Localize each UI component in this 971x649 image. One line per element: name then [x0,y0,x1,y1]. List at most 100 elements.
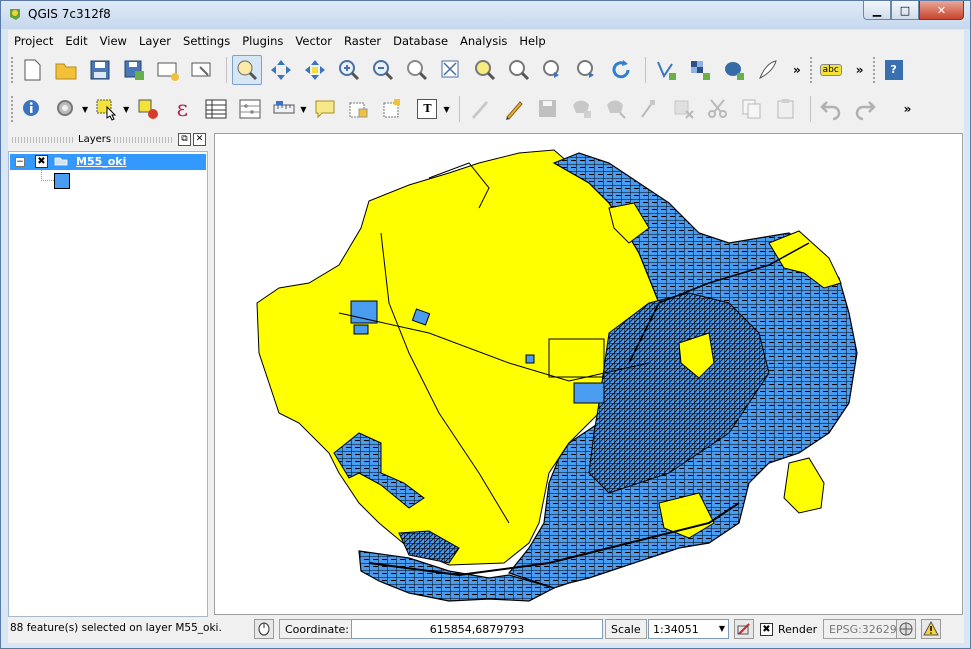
chevron-down-icon[interactable]: ▼ [123,105,129,114]
menu-raster[interactable]: Raster [338,34,387,48]
refresh-button[interactable] [606,55,636,85]
field-calculator-button[interactable] [235,94,265,124]
redo-button[interactable] [850,94,880,124]
add-spatialite-layer-button[interactable] [753,55,783,85]
map-render[interactable] [215,134,962,614]
add-postgis-layer-button[interactable] [719,55,749,85]
crs-button[interactable]: EPSG:32629 [823,619,903,639]
collapse-toggle[interactable]: − [15,157,25,167]
parcel-small[interactable] [350,300,378,324]
pan-to-selection-button[interactable] [266,55,296,85]
panel-close-button[interactable]: ✕ [193,133,206,146]
save-edits-button[interactable] [533,94,563,124]
deselect-all-button[interactable] [133,94,163,124]
pan-to-selected-button[interactable] [300,55,330,85]
toolbar-grip[interactable] [10,95,14,123]
new-shapefile-layer-button[interactable] [651,55,681,85]
label-tool-button[interactable]: abc [816,55,846,85]
copy-features-button[interactable] [737,94,767,124]
move-feature-button[interactable] [601,94,631,124]
mouse-icon [258,622,270,636]
open-project-button[interactable] [51,55,81,85]
toolbar-overflow-button[interactable]: » [793,63,801,77]
new-print-composer-button[interactable] [153,55,183,85]
stop-render-button[interactable] [734,619,754,639]
undo-button[interactable] [816,94,846,124]
zoom-next-button[interactable] [572,55,602,85]
chevron-down-icon[interactable]: ▼ [719,624,725,633]
map-tips-button[interactable] [310,94,340,124]
new-bookmark-button[interactable] [344,94,374,124]
selected-polygon-port[interactable] [783,457,825,514]
identify-features-button[interactable] [17,94,47,124]
save-as-button[interactable] [119,55,149,85]
menu-project[interactable]: Project [8,34,59,48]
text-annotation-button[interactable]: T [412,94,442,124]
menu-view[interactable]: View [94,34,133,48]
delete-selected-button[interactable] [669,94,699,124]
menu-settings[interactable]: Settings [177,34,236,48]
render-checkbox-box[interactable]: ✖ [760,622,773,636]
add-feature-button[interactable] [567,94,597,124]
menu-vector[interactable]: Vector [289,34,338,48]
composer-manager-button[interactable] [187,55,217,85]
toggle-extents-button[interactable] [254,619,274,639]
projection-button[interactable] [896,619,916,639]
add-raster-layer-button[interactable] [685,55,715,85]
zoom-full-button[interactable] [436,55,466,85]
toolbar-grip[interactable] [871,56,876,84]
minimize-button[interactable]: ▁ [863,1,891,20]
menu-plugins[interactable]: Plugins [236,34,289,48]
scale-combobox[interactable]: 1:34051 ▼ [648,619,729,639]
select-features-button[interactable] [92,94,122,124]
menu-help[interactable]: Help [513,34,551,48]
run-feature-action-button[interactable] [51,94,81,124]
chevron-down-icon[interactable]: ▼ [443,105,449,114]
paste-features-button[interactable] [771,94,801,124]
new-project-button[interactable] [17,55,47,85]
save-project-button[interactable] [85,55,115,85]
legend-symbol-swatch[interactable] [54,173,70,189]
toggle-editing-button[interactable] [499,94,529,124]
messages-button[interactable] [921,619,941,639]
zoom-out-button[interactable] [368,55,398,85]
zoom-to-layer-button[interactable] [504,55,534,85]
layer-visibility-checkbox[interactable]: ✖ [35,155,48,168]
map-canvas[interactable] [214,133,963,615]
select-by-expression-button[interactable]: ε [167,94,197,124]
layers-panel-header[interactable]: Layers ⧉ ✕ [8,131,208,149]
parcel-small[interactable] [573,382,605,404]
parcel-small[interactable] [525,354,535,364]
close-button[interactable]: ✕ [919,1,964,20]
toolbar-grip[interactable] [10,56,14,84]
layer-row-m55-oki[interactable]: − ✖ M55_oki [10,154,206,170]
current-edits-button[interactable] [465,94,495,124]
show-bookmarks-button[interactable] [378,94,408,124]
maximize-button[interactable]: □ [891,1,919,20]
menu-layer[interactable]: Layer [133,34,177,48]
title-bar[interactable]: QGIS 7c312f8 ▁ □ ✕ [1,1,970,29]
parcel-small[interactable] [353,324,369,335]
scissors-icon [707,99,727,118]
menu-edit[interactable]: Edit [59,34,93,48]
node-tool-button[interactable] [635,94,665,124]
panel-float-button[interactable]: ⧉ [178,133,191,146]
toolbar-overflow-button[interactable]: » [904,102,912,116]
toolbar-grip[interactable] [808,56,813,84]
pan-map-button[interactable] [232,55,262,85]
menu-analysis[interactable]: Analysis [454,34,513,48]
help-button[interactable]: ? [879,55,909,85]
zoom-last-button[interactable] [538,55,568,85]
menu-database[interactable]: Database [387,34,454,48]
chevron-down-icon[interactable]: ▼ [82,105,88,114]
zoom-actual-size-button[interactable] [402,55,432,85]
open-attribute-table-button[interactable] [201,94,231,124]
zoom-in-button[interactable] [334,55,364,85]
chevron-down-icon[interactable]: ▼ [300,105,306,114]
measure-line-button[interactable] [269,94,299,124]
toolbar-overflow-button[interactable]: » [856,63,864,77]
zoom-to-selection-button[interactable] [470,55,500,85]
render-checkbox[interactable]: ✖ Render [760,619,817,639]
coordinate-field[interactable]: 615854,6879793 [351,619,603,639]
cut-features-button[interactable] [703,94,733,124]
